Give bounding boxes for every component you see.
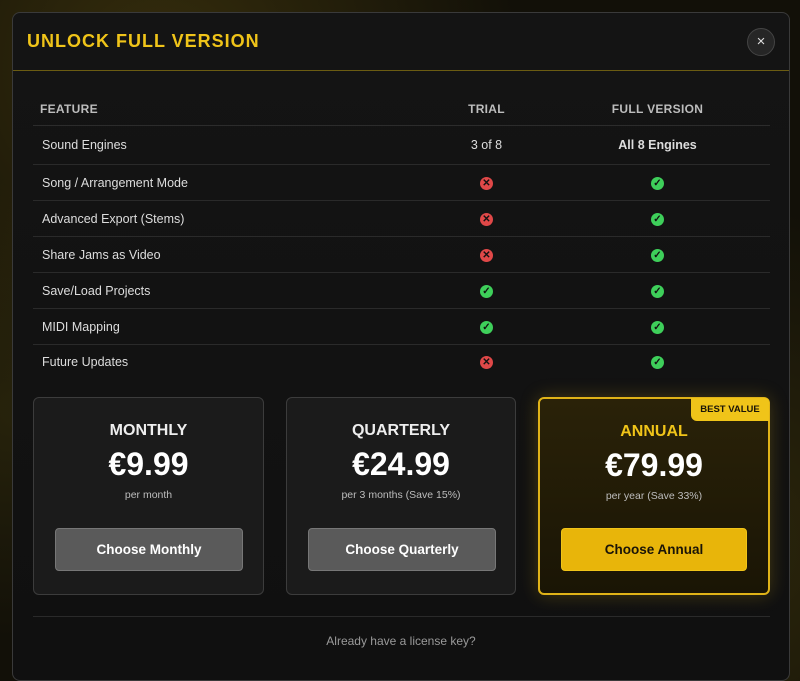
- plan-billing-note: per month: [124, 489, 173, 501]
- check-circle-icon: ✓: [651, 284, 664, 298]
- header-trial: TRIAL: [428, 93, 545, 126]
- close-button[interactable]: ×: [747, 27, 775, 56]
- plan-card-monthly: MONTHLY €9.99 per month Choose Monthly: [33, 397, 264, 595]
- check-circle-icon: ✓: [480, 320, 493, 334]
- footer-divider: [33, 616, 770, 617]
- feature-comparison-table: FEATURE TRIAL FULL VERSION Sound Engines…: [33, 93, 770, 380]
- plan-price: €79.99: [605, 447, 703, 483]
- modal-title: UNLOCK FULL VERSION: [27, 31, 260, 51]
- plan-billing-note: per year (Save 33%): [605, 490, 703, 502]
- feature-name: Share Jams as Video: [33, 236, 428, 273]
- pricing-plans: MONTHLY €9.99 per month Choose Monthly Q…: [33, 397, 770, 595]
- check-circle-icon: ✓: [480, 284, 493, 298]
- x-circle-icon: ✕: [480, 176, 493, 190]
- plan-card-quarterly: QUARTERLY €24.99 per 3 months (Save 15%)…: [286, 397, 516, 595]
- close-icon: ×: [756, 33, 766, 50]
- modal-header: UNLOCK FULL VERSION ×: [13, 13, 789, 71]
- plan-price: €9.99: [108, 446, 189, 482]
- table-row: Future Updates ✕ ✓: [33, 345, 770, 380]
- license-key-link[interactable]: Already have a license key?: [13, 634, 789, 648]
- upgrade-modal: UNLOCK FULL VERSION × FEATURE TRIAL FULL…: [12, 12, 790, 681]
- x-circle-icon: ✕: [480, 248, 493, 262]
- header-full-version: FULL VERSION: [545, 93, 770, 126]
- header-feature: FEATURE: [33, 93, 428, 126]
- table-row: Share Jams as Video ✕ ✓: [33, 236, 770, 273]
- feature-name: Save/Load Projects: [33, 272, 428, 309]
- choose-annual-button[interactable]: Choose Annual: [561, 528, 747, 571]
- feature-name: MIDI Mapping: [33, 308, 428, 345]
- table-row: MIDI Mapping ✓ ✓: [33, 308, 770, 345]
- x-circle-icon: ✕: [480, 212, 493, 226]
- trial-value: 3 of 8: [428, 125, 545, 165]
- plan-card-annual: BEST VALUE ANNUAL €79.99 per year (Save …: [538, 397, 770, 595]
- table-row: Advanced Export (Stems) ✕ ✓: [33, 200, 770, 237]
- table-row: Song / Arrangement Mode ✕ ✓: [33, 164, 770, 201]
- check-circle-icon: ✓: [651, 212, 664, 226]
- x-circle-icon: ✕: [480, 356, 493, 370]
- check-circle-icon: ✓: [651, 176, 664, 190]
- full-value: All 8 Engines: [545, 125, 770, 165]
- plan-name: ANNUAL: [620, 423, 688, 440]
- check-circle-icon: ✓: [651, 320, 664, 334]
- feature-name: Future Updates: [42, 355, 129, 370]
- check-circle-icon: ✓: [651, 248, 664, 262]
- plan-price: €24.99: [352, 446, 450, 482]
- table-row: Save/Load Projects ✓ ✓: [33, 272, 770, 309]
- best-value-badge: BEST VALUE: [691, 398, 769, 421]
- table-row: Sound Engines 3 of 8 All 8 Engines: [33, 125, 770, 165]
- feature-name: Advanced Export (Stems): [33, 200, 428, 237]
- check-circle-icon: ✓: [651, 356, 664, 370]
- plan-name: MONTHLY: [109, 422, 188, 439]
- plan-name: QUARTERLY: [351, 422, 451, 439]
- choose-monthly-button[interactable]: Choose Monthly: [55, 528, 243, 571]
- choose-quarterly-button[interactable]: Choose Quarterly: [308, 528, 496, 571]
- plan-billing-note: per 3 months (Save 15%): [341, 489, 461, 501]
- feature-name: Song / Arrangement Mode: [33, 164, 428, 201]
- feature-name: Sound Engines: [33, 125, 428, 165]
- table-header-row: FEATURE TRIAL FULL VERSION: [33, 93, 770, 126]
